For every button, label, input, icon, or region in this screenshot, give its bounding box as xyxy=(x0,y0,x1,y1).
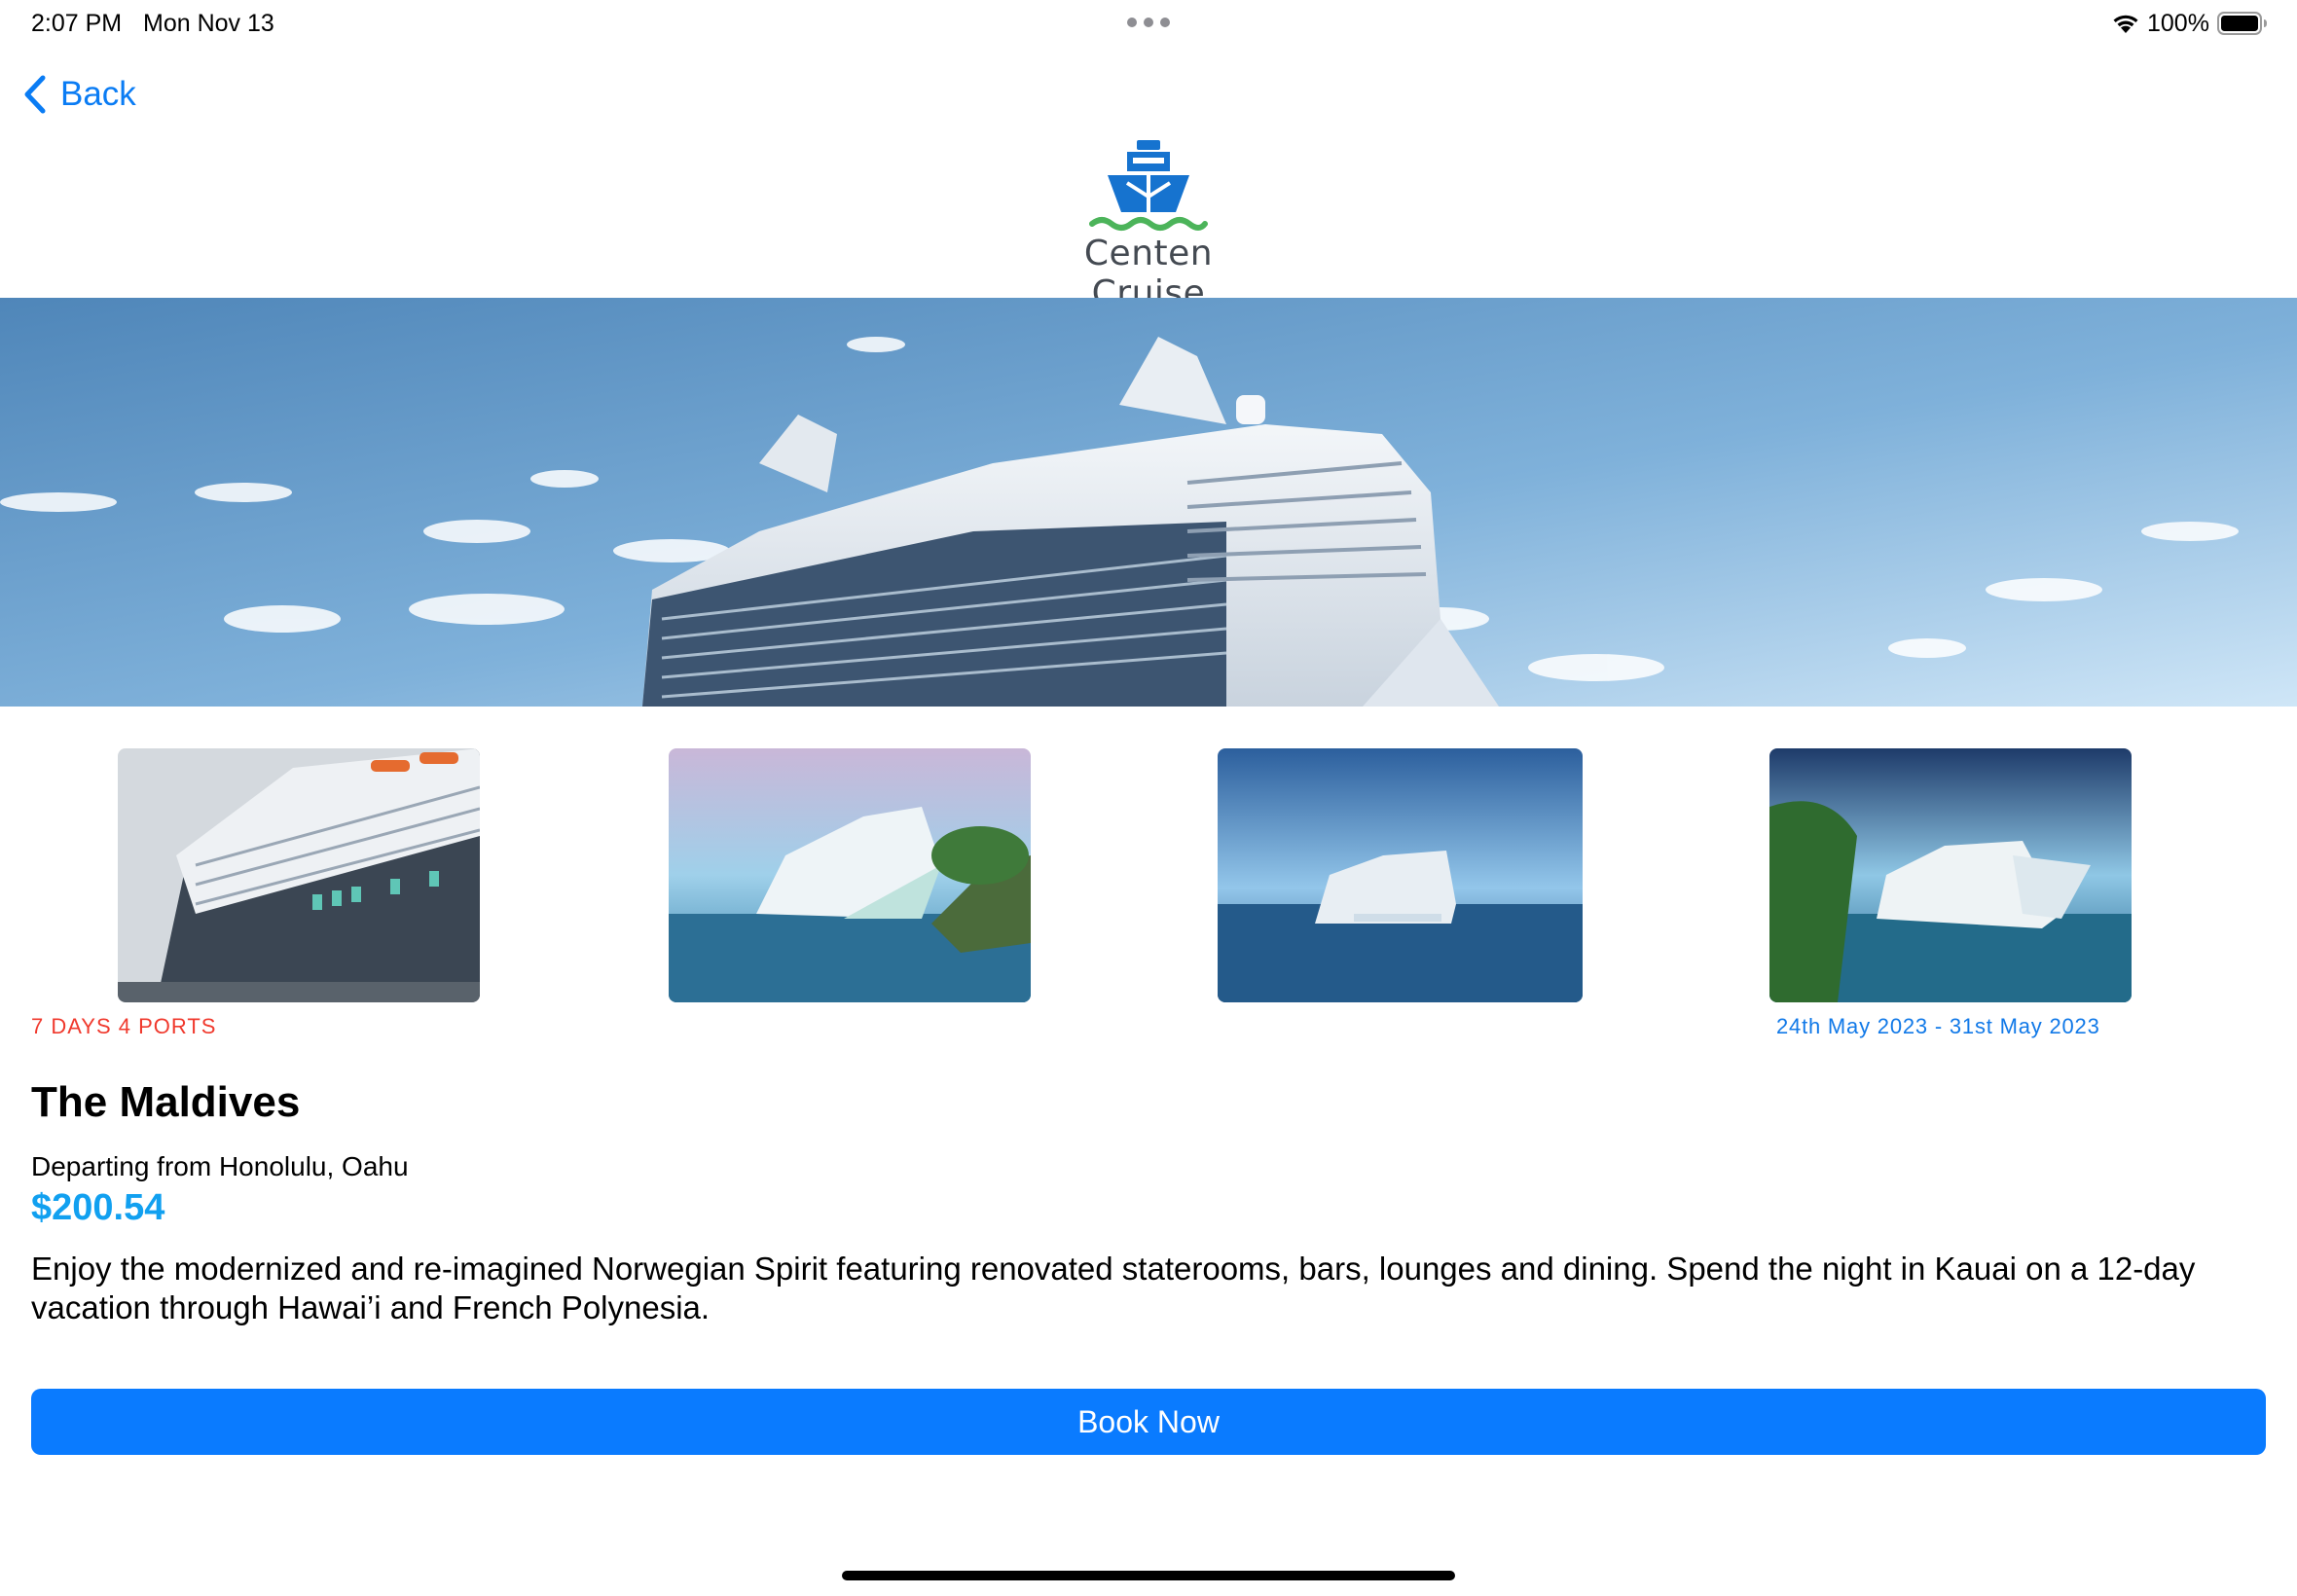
back-button[interactable]: Back xyxy=(23,70,136,119)
battery-icon xyxy=(2217,12,2267,35)
ship-logo-icon xyxy=(1089,140,1208,231)
hero-image xyxy=(0,298,2297,707)
trip-description: Enjoy the modernized and re-imagined Nor… xyxy=(31,1251,2196,1325)
gallery-thumbnail-4[interactable] xyxy=(1769,748,2132,1002)
trip-title: The Maldives xyxy=(31,1078,301,1126)
multitasking-dots-icon[interactable] xyxy=(1127,18,1170,27)
wifi-icon xyxy=(2113,15,2138,33)
gallery-thumbnail-2[interactable] xyxy=(669,748,1031,1002)
status-bar: 2:07 PM Mon Nov 13 100% xyxy=(0,0,2297,47)
back-label: Back xyxy=(60,75,136,113)
trip-price: $200.54 xyxy=(31,1187,165,1228)
home-indicator[interactable] xyxy=(842,1571,1455,1580)
status-date: Mon Nov 13 xyxy=(143,10,274,37)
departure-port: Departing from Honolulu, Oahu xyxy=(31,1151,409,1181)
trip-duration-ports: 7 DAYS 4 PORTS xyxy=(31,1014,217,1038)
status-time: 2:07 PM xyxy=(31,10,123,37)
gallery-thumbnail-3[interactable] xyxy=(1218,748,1583,1002)
gallery-thumbnail-1[interactable] xyxy=(118,748,480,1002)
battery-percentage: 100% xyxy=(2147,10,2209,37)
brand-logo: Centen Cruise xyxy=(1022,134,1275,313)
chevron-left-icon xyxy=(24,75,46,114)
book-now-button[interactable]: Book Now xyxy=(31,1389,2266,1455)
trip-dates: 24th May 2023 - 31st May 2023 xyxy=(1776,1014,2100,1038)
